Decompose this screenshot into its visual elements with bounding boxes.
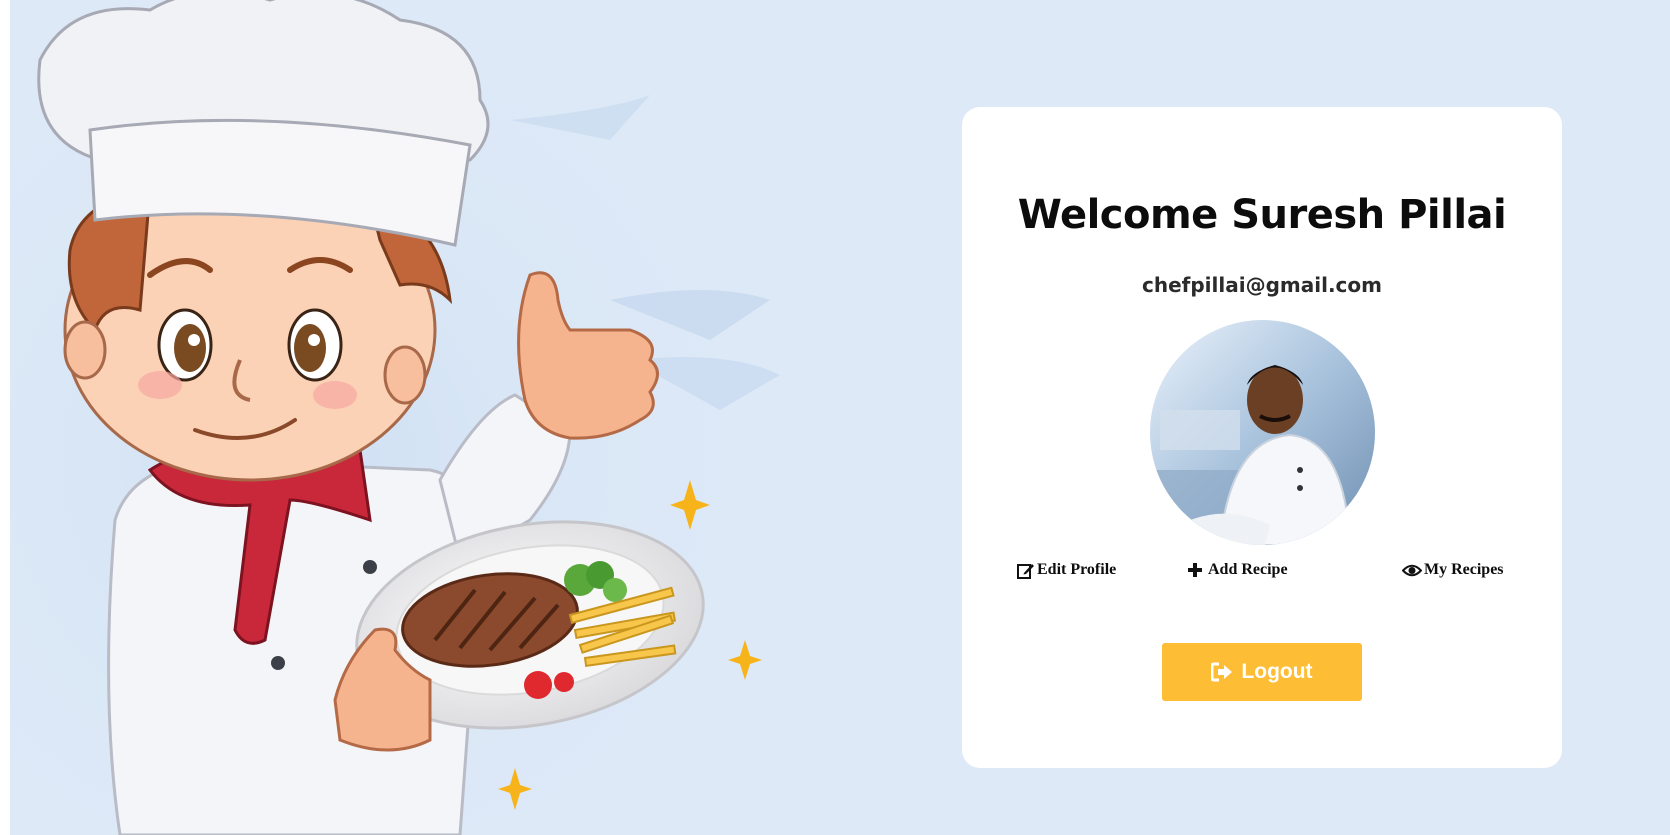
profile-page: Welcome Suresh Pillai chefpillai@gmail.c… [0, 0, 1670, 835]
user-email: chefpillai@gmail.com [1142, 273, 1382, 297]
my-recipes-link[interactable]: My Recipes [1402, 561, 1504, 579]
add-recipe-label: Add Recipe [1208, 561, 1288, 578]
edit-icon [1017, 563, 1034, 579]
logout-button[interactable]: Logout [1162, 643, 1362, 701]
profile-card: Welcome Suresh Pillai chefpillai@gmail.c… [962, 107, 1562, 768]
eye-icon [1402, 564, 1422, 576]
chef-illustration [10, 0, 860, 835]
edit-profile-link[interactable]: Edit Profile [1017, 561, 1116, 579]
welcome-title: Welcome Suresh Pillai [1017, 192, 1507, 238]
logout-label: Logout [1241, 660, 1313, 683]
edit-profile-label: Edit Profile [1037, 561, 1117, 578]
sign-out-icon [1211, 662, 1233, 682]
my-recipes-label: My Recipes [1424, 561, 1504, 578]
add-recipe-link[interactable]: Add Recipe [1187, 561, 1288, 579]
plus-icon [1188, 563, 1202, 577]
left-edge-strip [0, 0, 10, 835]
avatar [1150, 320, 1375, 545]
